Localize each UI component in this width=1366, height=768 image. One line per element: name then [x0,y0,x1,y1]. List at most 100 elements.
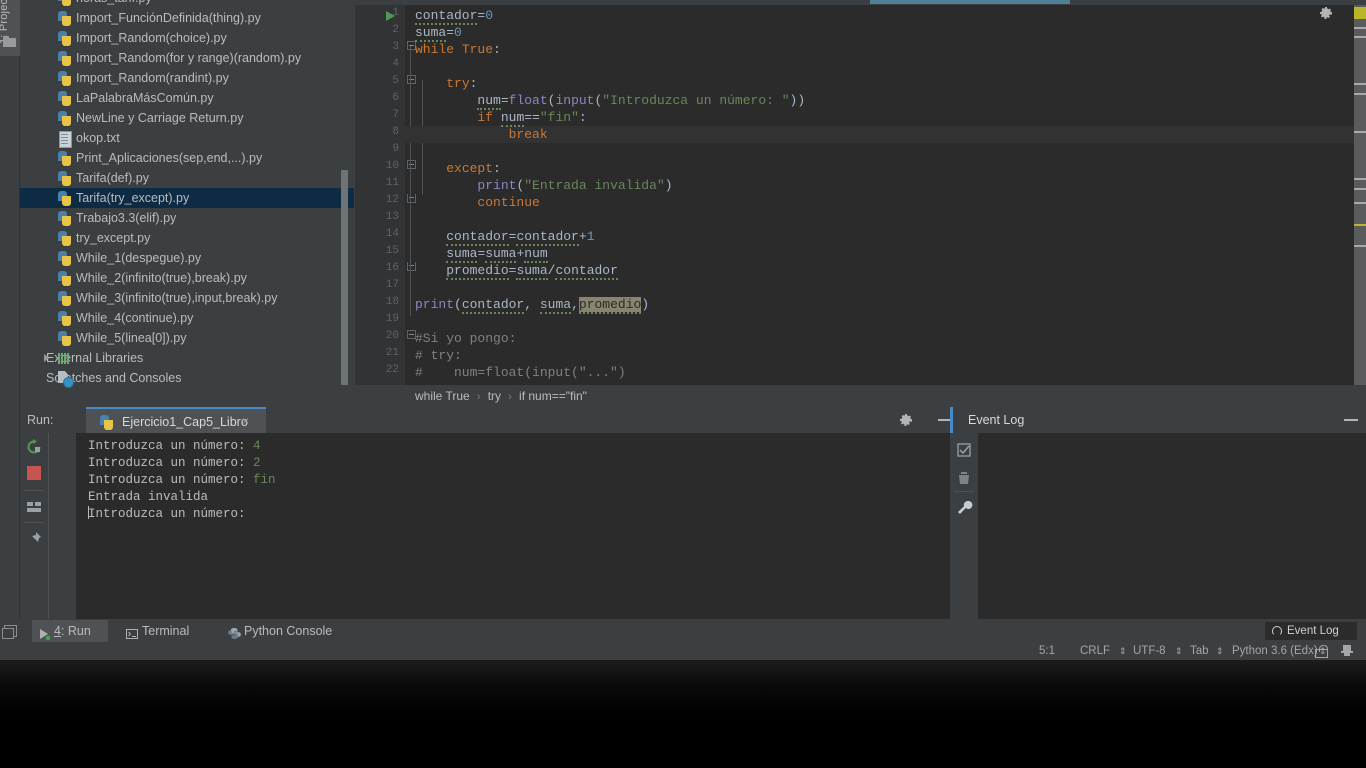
tree-item[interactable]: While_5(linea[0]).py [20,328,354,348]
code-line[interactable]: if num=="fin": [415,109,587,127]
run-configuration-tab[interactable]: Ejercicio1_Cap5_Libro × [86,407,266,433]
tree-item[interactable]: While_4(continue).py [20,308,354,328]
mark-read-icon[interactable] [955,441,973,459]
project-scrollbar[interactable] [341,170,348,385]
editor-marker[interactable] [1354,27,1366,29]
bell-icon [1272,626,1282,636]
caret-position[interactable]: 5:1 [1039,642,1055,660]
code-editor[interactable]: 1 2 3 4 5 6 7 8 9 10 11 12 13 14 15 16 17 18 19 20 21 22 cont… [355,0,1366,385]
code-line[interactable]: except: [415,160,501,177]
pin-icon[interactable] [25,530,43,548]
code-line[interactable]: while True: [415,41,501,58]
code-line[interactable]: try: [415,75,477,92]
settings-gear-icon[interactable] [898,412,914,428]
left-tool-stripe: 1: Project [0,0,20,620]
close-icon[interactable]: × [242,415,252,427]
file-encoding[interactable]: UTF-8 [1133,642,1166,660]
editor-marker[interactable] [1354,188,1366,190]
editor-marker[interactable] [1354,93,1366,95]
editor-marker[interactable] [1354,202,1366,204]
project-tool-window[interactable]: horas_tarif.py Import_FunciónDefinida(thi… [20,0,354,405]
wrench-icon[interactable] [955,499,973,517]
line-separator[interactable]: CRLF [1080,642,1110,660]
bottom-tab-4-run[interactable]: 4: Run [32,620,108,642]
code-line[interactable]: # num=float(input("...") [415,364,626,381]
folder-icon[interactable] [3,36,17,47]
tree-item[interactable]: Import_FunciónDefinida(thing).py [20,8,354,28]
chevron-down-icon[interactable]: ⇕ [1175,642,1183,660]
tree-item[interactable]: try_except.py [20,228,354,248]
tree-item[interactable]: Scratches and Consoles [20,368,354,388]
tree-item[interactable]: Print_Aplicaciones(sep,end,...).py [20,148,354,168]
layout-icon[interactable] [25,498,43,516]
editor-marker[interactable] [1354,178,1366,180]
tree-item[interactable]: horas_tarif.py [20,0,354,8]
settings-gear-icon[interactable] [1318,5,1334,21]
event-log-status-button[interactable]: Event Log [1265,622,1357,640]
hector-hat-icon[interactable] [1340,644,1354,657]
bottom-tab-terminal[interactable]: Terminal [120,620,210,642]
inspection-status-icon[interactable] [1354,7,1366,19]
tree-item[interactable]: Trabajo3.3(elif).py [20,208,354,228]
tree-item-label: Print_Aplicaciones(sep,end,...).py [76,151,263,165]
code-line[interactable]: print(contador, suma,promedio) [415,296,649,314]
tree-item[interactable]: Import_Random(for y range)(random).py [20,48,354,68]
editor-gutter[interactable]: 1 2 3 4 5 6 7 8 9 10 11 12 13 14 15 16 17 18 19 20 21 22 [355,5,405,385]
code-line[interactable]: #Si yo pongo: [415,330,516,347]
editor-marker[interactable] [1354,83,1366,85]
code-line[interactable]: contador=0 [415,7,493,25]
tree-item[interactable]: External Libraries [20,348,354,368]
breadcrumb-item[interactable]: while True [415,389,470,403]
line-number: 7 [392,109,399,121]
bottom-tab-python-console[interactable]: Python Console [222,620,354,642]
editor-text[interactable]: contador=0 suma=0 while True: try: num=flo… [415,5,1366,385]
editor-scrollbar[interactable] [1354,5,1366,385]
delete-icon[interactable] [955,469,973,487]
code-line[interactable]: # try: [415,347,462,364]
indent-setting[interactable]: Tab [1190,642,1209,660]
chevron-right-icon[interactable] [44,354,49,362]
editor-scrollbar-thumb[interactable] [1354,5,1366,385]
code-line[interactable]: suma=suma+num [415,245,548,263]
minimize-icon[interactable] [1344,419,1358,421]
run-console-output[interactable]: Introduzca un número: 4 Introduzca un núm… [76,433,950,619]
tree-item[interactable]: Import_Random(choice).py [20,28,354,48]
code-line[interactable]: break [415,126,548,143]
divider [954,491,974,492]
tree-item[interactable]: Tarifa(def).py [20,168,354,188]
code-line[interactable]: contador=contador+1 [415,228,595,246]
editor-marker[interactable] [1354,36,1366,38]
breadcrumb-items[interactable]: while True › try › if num=="fin" [415,385,587,407]
python-interpreter[interactable]: Python 3.6 (Edx) [1232,642,1318,660]
chevron-down-icon[interactable]: ⇕ [1216,642,1224,660]
tree-item[interactable]: While_1(despegue).py [20,248,354,268]
code-line[interactable]: suma=0 [415,24,462,42]
breadcrumb-item[interactable]: try [488,389,501,403]
sidebar-tab-project[interactable]: 1: Project [0,0,20,56]
code-line[interactable]: num=float(input("Introduzca un número: "… [415,92,805,110]
code-line[interactable]: promedio=suma/contador [415,262,618,280]
tree-item[interactable]: While_3(infinito(true),input,break).py [20,288,354,308]
event-log-accent [950,407,953,433]
tree-item[interactable]: NewLine y Carriage Return.py [20,108,354,128]
chevron-down-icon[interactable]: ⇕ [1119,642,1127,660]
tree-item[interactable]: Import_Random(randint).py [20,68,354,88]
tree-item-label: Import_Random(for y range)(random).py [76,51,302,65]
editor-marker[interactable] [1354,131,1366,133]
editor-warning-marker[interactable] [1354,224,1366,226]
editor-marker[interactable] [1354,245,1366,247]
lock-icon[interactable] [1315,645,1328,658]
tree-item[interactable]: While_2(infinito(true),break).py [20,268,354,288]
code-line[interactable]: print("Entrada invalida") [415,177,672,194]
line-number: 20 [385,330,399,342]
tree-item[interactable]: LaPalabraMásComún.py [20,88,354,108]
breadcrumb[interactable]: while True › try › if num=="fin" [355,385,1366,407]
rerun-icon[interactable] [25,438,43,456]
tree-item[interactable]: Tarifa(try_except).py [20,188,354,208]
code-line[interactable]: continue [415,194,539,211]
restore-layout-icon[interactable] [2,625,17,639]
tree-item[interactable]: okop.txt [20,128,354,148]
breadcrumb-item[interactable]: if num=="fin" [519,389,587,403]
project-file-tree[interactable]: horas_tarif.py Import_FunciónDefinida(thi… [20,0,354,388]
stop-icon[interactable] [27,466,41,480]
